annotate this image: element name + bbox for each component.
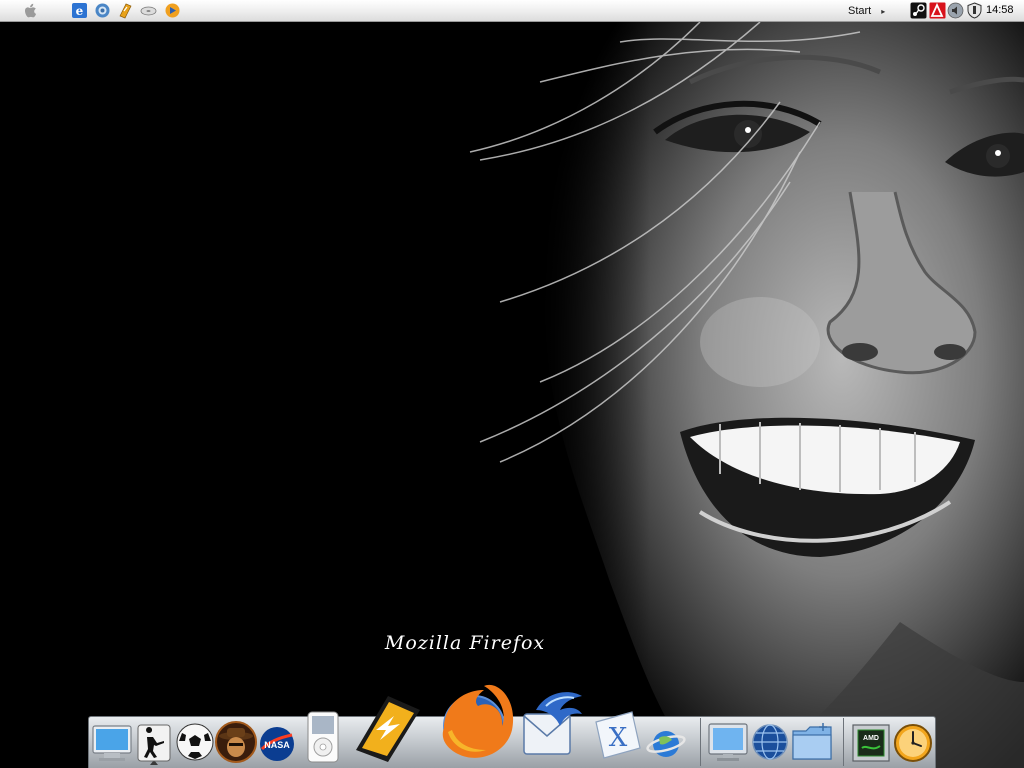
ipod-dock-icon[interactable]: [306, 710, 340, 764]
svg-text:AMD: AMD: [863, 735, 879, 742]
speaker-tray-icon[interactable]: [947, 2, 964, 19]
shield-tray-icon[interactable]: [966, 2, 983, 19]
system-clock[interactable]: 14:58: [986, 4, 1014, 16]
counter-strike-dock-icon[interactable]: [136, 723, 172, 763]
svg-text:X: X: [609, 723, 628, 753]
chevron-right-icon: ▸: [881, 6, 886, 16]
svg-text:NASA: NASA: [264, 740, 290, 750]
thunderbird-mail-dock-icon[interactable]: [516, 686, 586, 764]
dock-running-app-label: Mozilla Firefox: [384, 632, 546, 654]
winamp-dock-icon[interactable]: [348, 690, 426, 764]
internet-globe-dock-icon[interactable]: [646, 726, 686, 762]
steam-tray-icon[interactable]: [910, 2, 927, 19]
svg-text:e: e: [76, 4, 84, 18]
cd-drive-icon[interactable]: [140, 2, 157, 19]
desktop-wallpaper: [0, 22, 1024, 768]
display-dock-icon[interactable]: [706, 721, 750, 763]
cowboy-game-dock-icon[interactable]: [214, 720, 258, 764]
dock-separator: [843, 718, 844, 766]
nasa-dock-icon[interactable]: NASA: [258, 725, 296, 763]
internet-explorer-icon[interactable]: e: [71, 2, 88, 19]
start-menu-button[interactable]: Start ▸: [848, 3, 885, 19]
messenger-icon[interactable]: [94, 2, 111, 19]
top-menu-bar: e Start ▸ 14:58: [0, 0, 1024, 22]
winamp-icon[interactable]: [117, 2, 134, 19]
dock-separator: [700, 718, 701, 766]
amd-athlon-dock-icon[interactable]: AMD: [850, 722, 892, 764]
firefox-dock-icon[interactable]: [428, 676, 516, 764]
clock-dock-icon[interactable]: [892, 722, 934, 764]
start-label: Start: [848, 5, 872, 17]
documents-folder-dock-icon[interactable]: [790, 721, 834, 763]
network-globe-dock-icon[interactable]: [750, 722, 790, 762]
media-player-icon[interactable]: [164, 2, 181, 19]
soccer-ball-dock-icon[interactable]: [174, 721, 216, 763]
apple-logo-icon[interactable]: [24, 3, 38, 19]
my-computer-dock-icon[interactable]: [90, 722, 134, 764]
antivirus-tray-icon[interactable]: [929, 2, 946, 19]
mac-os-x-dock-icon[interactable]: X: [592, 708, 644, 764]
